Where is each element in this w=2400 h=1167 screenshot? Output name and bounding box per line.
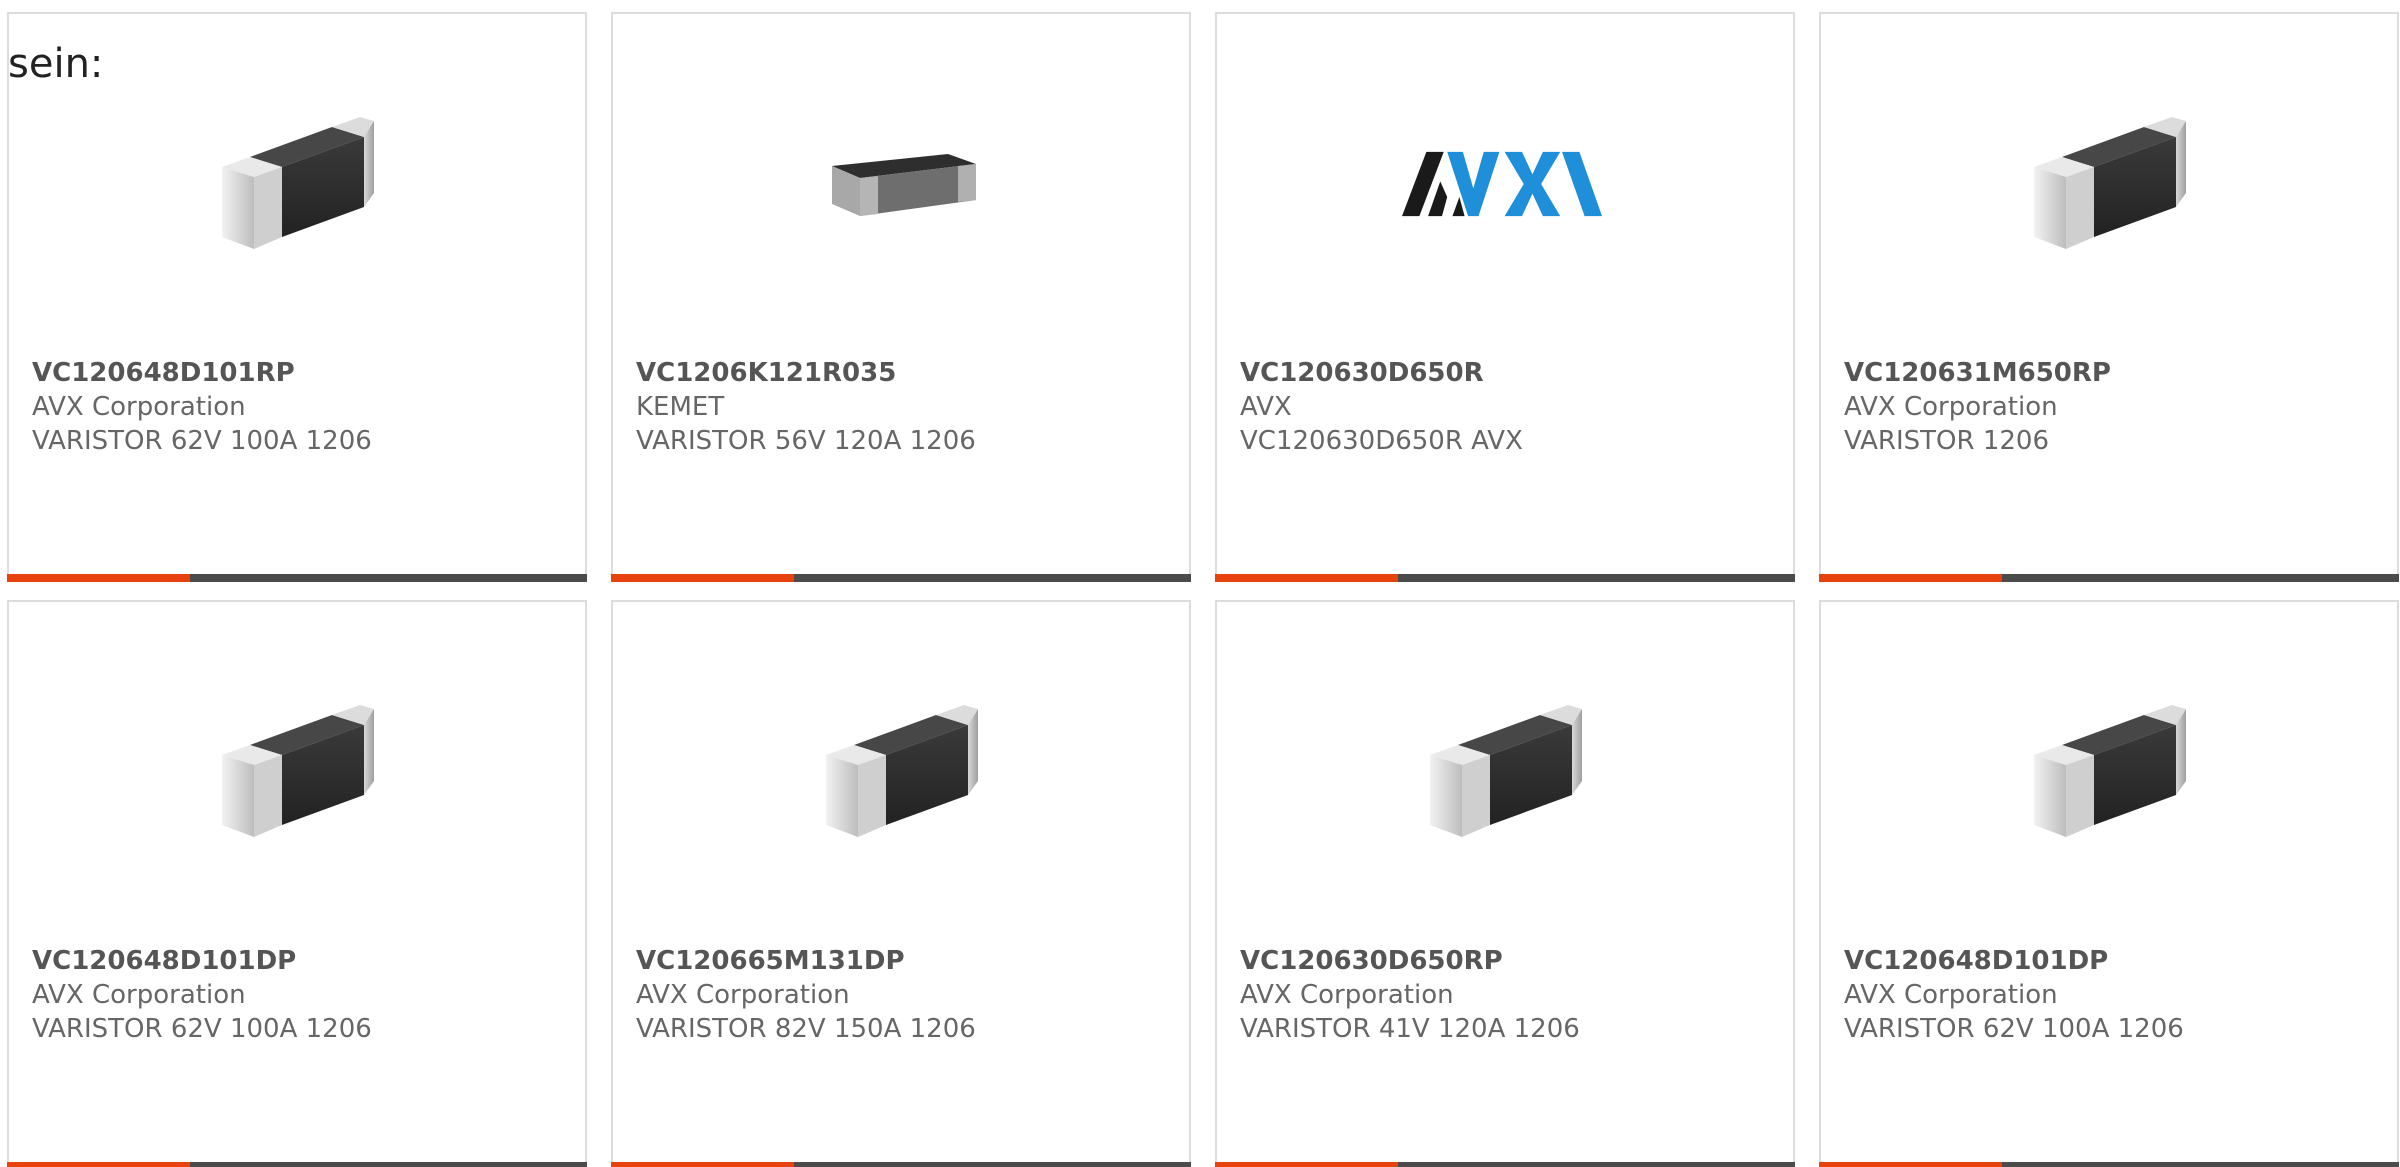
varistor-chip-icon: [194, 84, 394, 284]
description: VARISTOR 56V 120A 1206: [636, 426, 976, 456]
product-card[interactable]: VC120665M131DP AVX Corporation VARISTOR …: [611, 600, 1191, 1167]
manufacturer: AVX Corporation: [32, 980, 246, 1010]
card-bottom-bar: [1819, 574, 2399, 582]
description: VARISTOR 82V 150A 1206: [636, 1014, 976, 1044]
card-accent: [1215, 1162, 1398, 1167]
manufacturer: AVX Corporation: [636, 980, 850, 1010]
product-meta: VC120648D101DP AVX Corporation VARISTOR …: [32, 944, 565, 1046]
card-accent: [7, 574, 190, 582]
manufacturer: KEMET: [636, 392, 725, 422]
product-card[interactable]: VC120631M650RP AVX Corporation VARISTOR …: [1819, 12, 2399, 582]
part-number[interactable]: VC120648D101DP: [1844, 944, 2377, 978]
varistor-chip-icon: [194, 672, 394, 872]
manufacturer: AVX Corporation: [1240, 980, 1454, 1010]
manufacturer: AVX Corporation: [32, 392, 246, 422]
product-grid-page: sein: VC120648D101RP AVX Corporation VAR…: [0, 0, 2400, 1167]
card-accent: [1819, 574, 2002, 582]
part-number[interactable]: VC120631M650RP: [1844, 356, 2377, 390]
card-bottom-bar: [611, 1162, 1191, 1167]
product-meta: VC120648D101RP AVX Corporation VARISTOR …: [32, 356, 565, 458]
manufacturer: AVX Corporation: [1844, 980, 2058, 1010]
card-accent: [611, 574, 794, 582]
product-meta: VC120631M650RP AVX Corporation VARISTOR …: [1844, 356, 2377, 458]
varistor-chip-icon: [2006, 84, 2206, 284]
product-card[interactable]: VC120630D650R AVX VC120630D650R AVX: [1215, 12, 1795, 582]
card-bottom-bar: [611, 574, 1191, 582]
card-bottom-bar: [7, 1162, 587, 1167]
description: VC120630D650R AVX: [1240, 426, 1523, 456]
description: VARISTOR 1206: [1844, 426, 2049, 456]
product-meta: VC120665M131DP AVX Corporation VARISTOR …: [636, 944, 1169, 1046]
description: VARISTOR 62V 100A 1206: [32, 1014, 372, 1044]
varistor-chip-icon: [798, 672, 998, 872]
part-number[interactable]: VC1206K121R035: [636, 356, 1169, 390]
product-card[interactable]: VC1206K121R035 KEMET VARISTOR 56V 120A 1…: [611, 12, 1191, 582]
product-card[interactable]: VC120648D101RP AVX Corporation VARISTOR …: [7, 12, 587, 582]
card-accent: [1215, 574, 1398, 582]
manufacturer: AVX Corporation: [1844, 392, 2058, 422]
product-grid: VC120648D101RP AVX Corporation VARISTOR …: [7, 12, 2399, 1167]
part-number[interactable]: VC120665M131DP: [636, 944, 1169, 978]
manufacturer: AVX: [1240, 392, 1292, 422]
description: VARISTOR 41V 120A 1206: [1240, 1014, 1580, 1044]
description: VARISTOR 62V 100A 1206: [32, 426, 372, 456]
product-meta: VC120630D650RP AVX Corporation VARISTOR …: [1240, 944, 1773, 1046]
product-meta: VC120648D101DP AVX Corporation VARISTOR …: [1844, 944, 2377, 1046]
intro-text: sein:: [8, 41, 104, 87]
description: VARISTOR 62V 100A 1206: [1844, 1014, 2184, 1044]
card-bottom-bar: [1215, 574, 1795, 582]
product-card[interactable]: VC120648D101DP AVX Corporation VARISTOR …: [7, 600, 587, 1167]
flat-chip-icon: [798, 84, 998, 284]
varistor-chip-icon: [2006, 672, 2206, 872]
card-bottom-bar: [1215, 1162, 1795, 1167]
product-meta: VC120630D650R AVX VC120630D650R AVX: [1240, 356, 1773, 458]
card-bottom-bar: [1819, 1162, 2399, 1167]
part-number[interactable]: VC120648D101DP: [32, 944, 565, 978]
product-card[interactable]: VC120630D650RP AVX Corporation VARISTOR …: [1215, 600, 1795, 1167]
varistor-chip-icon: [1402, 672, 1602, 872]
card-bottom-bar: [7, 574, 587, 582]
part-number[interactable]: VC120630D650RP: [1240, 944, 1773, 978]
part-number[interactable]: VC120648D101RP: [32, 356, 565, 390]
avx-logo: [1402, 84, 1602, 284]
card-accent: [611, 1162, 794, 1167]
product-card[interactable]: VC120648D101DP AVX Corporation VARISTOR …: [1819, 600, 2399, 1167]
product-meta: VC1206K121R035 KEMET VARISTOR 56V 120A 1…: [636, 356, 1169, 458]
card-accent: [7, 1162, 190, 1167]
part-number[interactable]: VC120630D650R: [1240, 356, 1773, 390]
card-accent: [1819, 1162, 2002, 1167]
